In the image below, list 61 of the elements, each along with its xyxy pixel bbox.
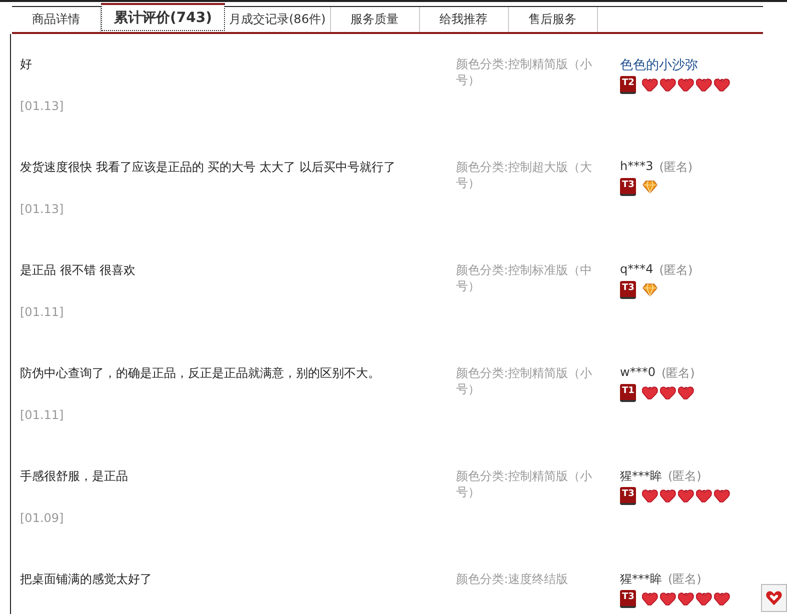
reviewer-name: w***0 bbox=[620, 365, 656, 381]
tab[interactable]: 服务质量 bbox=[330, 7, 420, 32]
product-variant: 颜色分类:速度终结版 bbox=[456, 571, 570, 588]
review-text: 好 bbox=[20, 56, 33, 73]
review-text: 手感很舒服，是正品 bbox=[20, 468, 129, 485]
heart-icon bbox=[678, 386, 694, 400]
heart-icon bbox=[714, 489, 730, 503]
heart-icon bbox=[642, 592, 658, 606]
level-badge: T3 bbox=[620, 281, 636, 299]
product-variant: 颜色分类:控制精简版（小号） bbox=[456, 56, 594, 89]
heart-icon bbox=[660, 592, 676, 606]
tab[interactable]: 给我推荐 bbox=[420, 7, 509, 32]
heart-icon bbox=[660, 78, 676, 92]
heart-icon bbox=[660, 489, 676, 503]
tab[interactable]: 累计评价(743) bbox=[101, 3, 225, 31]
heart-icon bbox=[678, 592, 694, 606]
heart-button[interactable] bbox=[761, 584, 787, 612]
heart-icon bbox=[765, 589, 783, 607]
heart-icon bbox=[642, 78, 658, 92]
product-variant: 颜色分类:控制超大版（大号） bbox=[456, 159, 594, 192]
heart-icon bbox=[714, 592, 730, 606]
reviewer-name: q***4 bbox=[620, 262, 654, 278]
reviewer-name: h***3 bbox=[620, 159, 654, 175]
level-badge: T3 bbox=[620, 487, 636, 505]
product-variant: 颜色分类:控制标准版（中号） bbox=[456, 262, 594, 295]
reviewer-link[interactable]: 色色的小沙弥 bbox=[620, 56, 698, 74]
diamond-icon bbox=[642, 283, 658, 297]
review-date: [01.13] bbox=[20, 99, 65, 113]
tab[interactable]: 月成交记录(86件) bbox=[225, 7, 331, 32]
anonymous-label: (匿名) bbox=[668, 468, 702, 485]
heart-icon bbox=[696, 78, 712, 92]
heart-icon bbox=[678, 489, 694, 503]
anonymous-label: (匿名) bbox=[659, 159, 693, 176]
anonymous-label: (匿名) bbox=[661, 365, 695, 382]
review-text: 发货速度很快 我看了应该是正品的 买的大号 太大了 以后买中号就行了 bbox=[20, 159, 396, 176]
level-badge: T3 bbox=[620, 178, 636, 196]
review-text: 防伪中心查询了，的确是正品，反正是正品就满意，别的区别不大。 bbox=[20, 365, 381, 382]
heart-icon bbox=[696, 489, 712, 503]
diamond-icon bbox=[642, 180, 658, 194]
review-date: [01.11] bbox=[20, 408, 65, 422]
review-text: 是正品 很不错 很喜欢 bbox=[20, 262, 137, 279]
level-badge: T3 bbox=[620, 590, 636, 608]
review-text: 把桌面铺满的感觉太好了 bbox=[20, 571, 153, 588]
heart-icon bbox=[660, 386, 676, 400]
review-date: [01.09] bbox=[20, 511, 65, 525]
heart-icon bbox=[642, 489, 658, 503]
level-badge: T1 bbox=[620, 384, 636, 402]
reviewer-name: 猩***眸 bbox=[620, 468, 662, 485]
level-badge: T2 bbox=[620, 76, 636, 94]
review-date: [01.11] bbox=[20, 305, 65, 319]
product-variant: 颜色分类:控制精简版（小号） bbox=[456, 365, 594, 398]
reviewer-name: 猩***眸 bbox=[620, 571, 662, 588]
review-date: [01.13] bbox=[20, 202, 65, 216]
product-variant: 颜色分类:控制精简版（小号） bbox=[456, 468, 594, 501]
heart-icon bbox=[696, 592, 712, 606]
heart-icon bbox=[678, 78, 694, 92]
heart-icon bbox=[642, 386, 658, 400]
tab[interactable]: 售后服务 bbox=[508, 7, 598, 32]
anonymous-label: (匿名) bbox=[659, 262, 693, 279]
heart-icon bbox=[714, 78, 730, 92]
anonymous-label: (匿名) bbox=[668, 571, 702, 588]
